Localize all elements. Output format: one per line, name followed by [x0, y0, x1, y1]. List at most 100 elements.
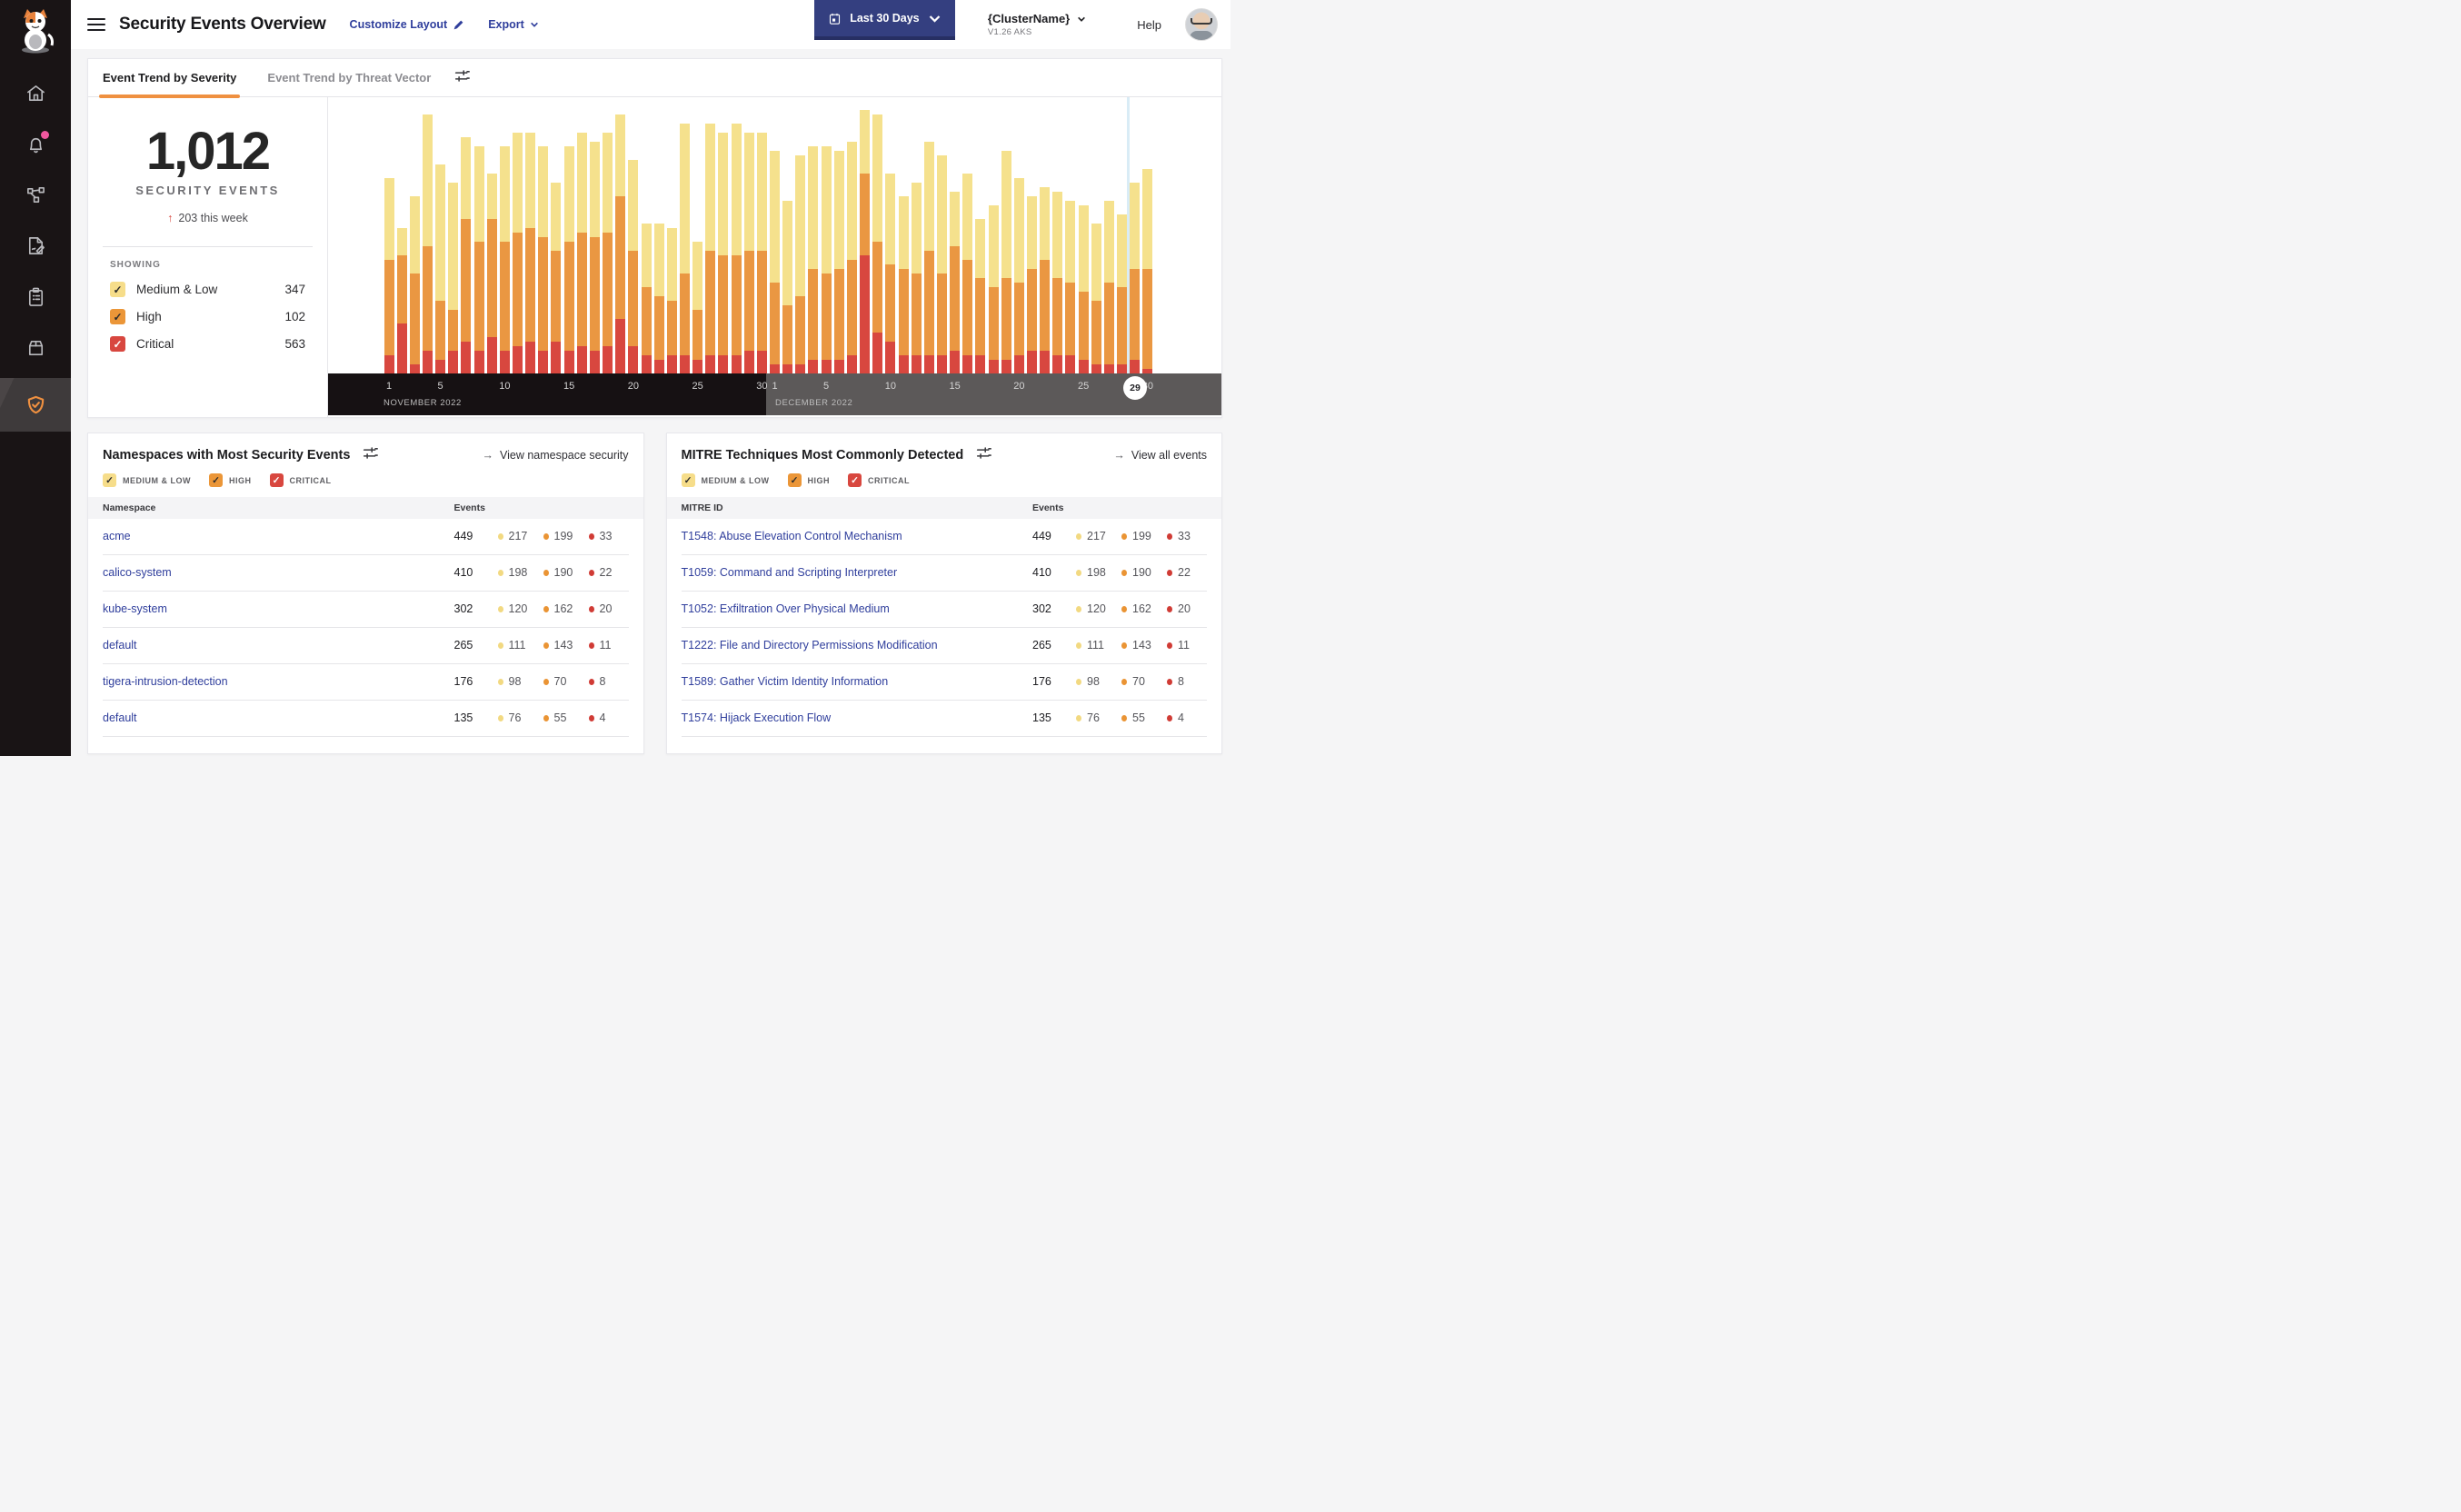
namespaces-filter-sliders-icon[interactable]: [363, 445, 379, 465]
sidebar-item-threat-defense[interactable]: [0, 378, 71, 432]
chart-bar-nov-30[interactable]: [756, 133, 767, 373]
cluster-selector[interactable]: {ClusterName} V1.26 AKS: [988, 12, 1086, 37]
chart-bar-dec-16[interactable]: [962, 174, 973, 373]
chart-bar-nov-26[interactable]: [705, 124, 716, 373]
chart-bar-dec-24[interactable]: [1065, 201, 1076, 373]
chart-bar-dec-2[interactable]: [782, 201, 793, 373]
chart-bar-nov-29[interactable]: [743, 133, 754, 373]
stacked-bar-chart[interactable]: [328, 97, 1221, 373]
chart-bar-dec-17[interactable]: [975, 219, 986, 373]
namespace-name-link[interactable]: default: [103, 639, 454, 652]
chart-bar-dec-28[interactable]: [1117, 214, 1128, 373]
chart-bar-nov-9[interactable]: [486, 174, 497, 373]
sidebar-item-alerts[interactable]: [0, 124, 71, 164]
chart-bar-dec-14[interactable]: [936, 155, 947, 373]
checkbox[interactable]: ✓: [787, 473, 802, 487]
chart-bar-nov-8[interactable]: [473, 146, 484, 373]
chart-bar-dec-29[interactable]: [1130, 183, 1141, 373]
namespace-name-link[interactable]: calico-system: [103, 566, 454, 579]
chart-bar-nov-1[interactable]: [384, 178, 394, 373]
sidebar-item-workloads[interactable]: [0, 327, 71, 367]
medium-low-checkbox[interactable]: ✓: [110, 282, 125, 297]
chart-bar-nov-6[interactable]: [448, 183, 459, 373]
namespaces-filter-critical[interactable]: ✓ CRITICAL: [269, 473, 332, 487]
chart-bar-dec-3[interactable]: [795, 155, 806, 373]
chart-bar-nov-10[interactable]: [499, 146, 510, 373]
chart-bar-dec-8[interactable]: [860, 110, 871, 373]
chart-bar-nov-21[interactable]: [641, 224, 652, 373]
chart-bar-dec-18[interactable]: [988, 205, 999, 373]
checkbox[interactable]: ✓: [848, 473, 862, 487]
sidebar-item-service-graph[interactable]: [0, 174, 71, 214]
chart-bar-nov-27[interactable]: [718, 133, 729, 373]
chart-bar-nov-13[interactable]: [538, 146, 549, 373]
chart-bar-dec-21[interactable]: [1027, 196, 1037, 373]
namespaces-filter-medium-low[interactable]: ✓ MEDIUM & LOW: [103, 473, 191, 487]
namespaces-filter-high[interactable]: ✓ HIGH: [209, 473, 252, 487]
tab-event-trend-by-threat-vector[interactable]: Event Trend by Threat Vector: [267, 59, 431, 97]
sidebar-item-compliance[interactable]: [0, 276, 71, 316]
sidebar-item-home[interactable]: [0, 73, 71, 113]
chart-bar-dec-5[interactable]: [821, 146, 832, 373]
high-checkbox[interactable]: ✓: [110, 309, 125, 324]
chart-bar-dec-13[interactable]: [923, 142, 934, 373]
customize-layout-button[interactable]: Customize Layout: [350, 18, 465, 31]
chart-filter-sliders-icon[interactable]: [454, 68, 471, 88]
user-avatar[interactable]: [1185, 8, 1218, 41]
mitre-filter-medium-low[interactable]: ✓ MEDIUM & LOW: [681, 473, 770, 487]
selected-day-marker[interactable]: 29: [1123, 376, 1147, 400]
chart-bar-dec-27[interactable]: [1103, 201, 1114, 373]
mitre-technique-name-link[interactable]: T1548: Abuse Elevation Control Mechanism: [682, 530, 1033, 542]
chart-bar-dec-22[interactable]: [1040, 187, 1051, 373]
help-link[interactable]: Help: [1137, 18, 1161, 32]
view-namespace-security-link[interactable]: → View namespace security: [482, 449, 628, 462]
namespace-name-link[interactable]: kube-system: [103, 602, 454, 615]
chart-bar-dec-20[interactable]: [1013, 178, 1024, 373]
chart-bar-dec-10[interactable]: [885, 174, 896, 373]
chart-bar-nov-22[interactable]: [653, 224, 664, 373]
chart-bar-dec-30[interactable]: [1142, 169, 1153, 373]
chart-bar-dec-1[interactable]: [770, 151, 780, 373]
chart-bar-dec-11[interactable]: [898, 196, 909, 373]
chart-bar-nov-19[interactable]: [615, 114, 626, 373]
legend-high[interactable]: ✓ High 102: [110, 309, 305, 324]
mitre-technique-name-link[interactable]: T1574: Hijack Execution Flow: [682, 711, 1033, 724]
chart-bar-nov-28[interactable]: [731, 124, 742, 373]
hamburger-menu-icon[interactable]: [87, 15, 105, 35]
mitre-filter-high[interactable]: ✓ HIGH: [787, 473, 831, 487]
chart-bar-nov-25[interactable]: [692, 242, 703, 373]
chart-bar-nov-16[interactable]: [576, 133, 587, 373]
legend-medium-low[interactable]: ✓ Medium & Low 347: [110, 282, 305, 297]
chart-bar-nov-5[interactable]: [435, 164, 446, 373]
chart-bar-dec-4[interactable]: [808, 146, 819, 373]
mitre-technique-name-link[interactable]: T1052: Exfiltration Over Physical Medium: [682, 602, 1033, 615]
namespace-name-link[interactable]: acme: [103, 530, 454, 542]
legend-critical[interactable]: ✓ Critical 563: [110, 336, 305, 352]
date-range-button[interactable]: Last 30 Days: [813, 0, 955, 40]
chart-bar-nov-3[interactable]: [409, 196, 420, 373]
chart-bar-dec-12[interactable]: [911, 183, 922, 373]
checkbox[interactable]: ✓: [209, 473, 223, 487]
mitre-technique-name-link[interactable]: T1222: File and Directory Permissions Mo…: [682, 639, 1033, 652]
checkbox[interactable]: ✓: [681, 473, 695, 487]
chart-bar-dec-7[interactable]: [846, 142, 857, 373]
chart-bar-nov-4[interactable]: [422, 114, 433, 373]
mitre-filter-critical[interactable]: ✓ CRITICAL: [848, 473, 910, 487]
chart-bar-nov-7[interactable]: [461, 137, 472, 373]
chart-bar-nov-15[interactable]: [563, 146, 574, 373]
chart-bar-nov-2[interactable]: [396, 228, 407, 373]
chart-bar-dec-25[interactable]: [1078, 205, 1089, 373]
chart-bar-dec-9[interactable]: [872, 114, 883, 373]
checkbox[interactable]: ✓: [269, 473, 284, 487]
export-button[interactable]: Export: [488, 18, 539, 31]
namespace-name-link[interactable]: default: [103, 711, 454, 724]
chart-bar-dec-15[interactable]: [950, 192, 961, 373]
chart-bar-nov-23[interactable]: [666, 228, 677, 373]
mitre-filter-sliders-icon[interactable]: [976, 445, 992, 465]
checkbox[interactable]: ✓: [103, 473, 116, 487]
chart-bar-nov-18[interactable]: [603, 133, 613, 373]
critical-checkbox[interactable]: ✓: [110, 336, 125, 352]
chart-bar-nov-14[interactable]: [551, 183, 562, 373]
namespace-name-link[interactable]: tigera-intrusion-detection: [103, 675, 454, 688]
mitre-technique-name-link[interactable]: T1059: Command and Scripting Interpreter: [682, 566, 1033, 579]
